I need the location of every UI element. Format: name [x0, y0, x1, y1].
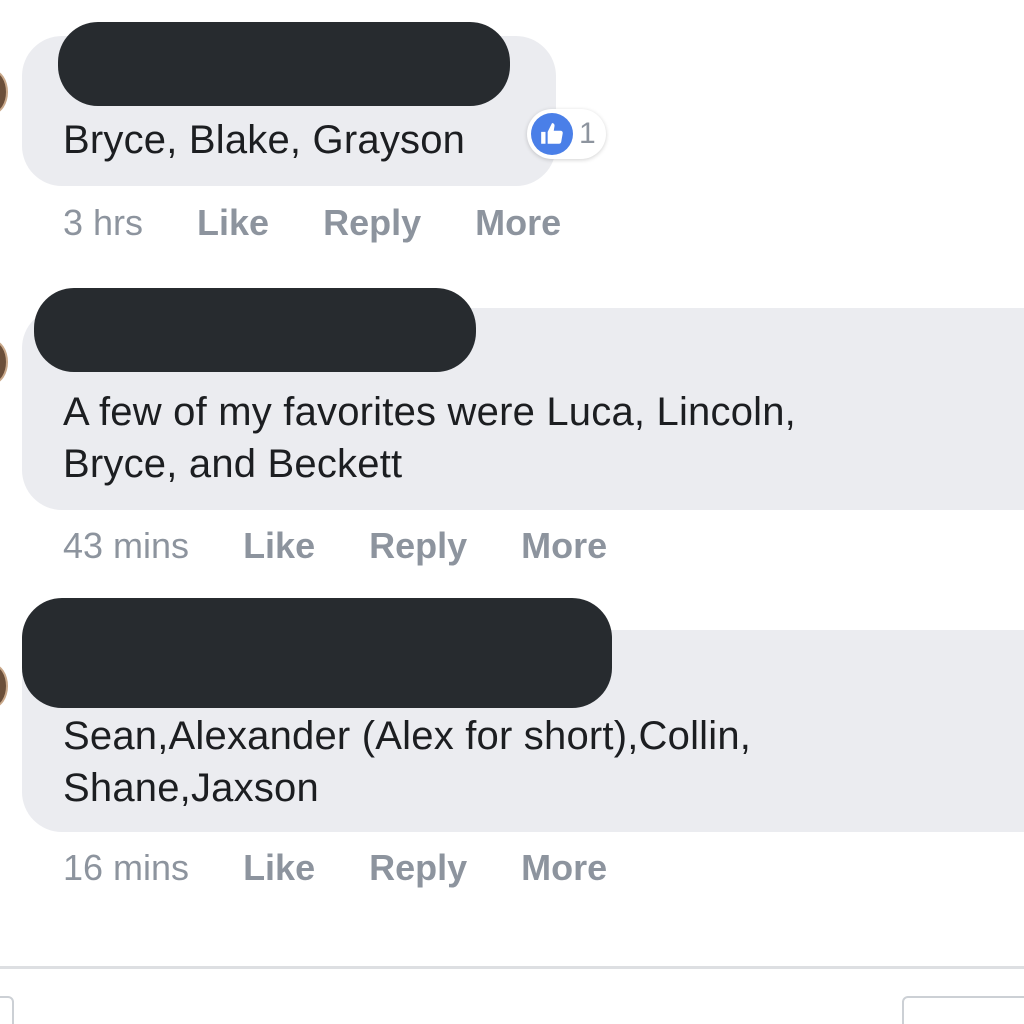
comment-timestamp: 16 mins — [63, 847, 190, 888]
avatar[interactable] — [0, 664, 8, 708]
like-button[interactable]: Like — [243, 846, 315, 890]
comment-text: A few of my favorites were Luca, Lincoln… — [63, 390, 796, 486]
comment-timestamp: 43 mins — [63, 525, 190, 566]
more-button[interactable]: More — [475, 201, 561, 245]
redacted-author-name — [34, 288, 476, 372]
footer-control-left[interactable] — [0, 996, 14, 1024]
like-button[interactable]: Like — [243, 524, 315, 568]
comment-actions: 16 mins Like Reply More — [63, 846, 607, 890]
comment-actions: 43 mins Like Reply More — [63, 524, 607, 568]
redacted-author-name — [58, 22, 510, 106]
redacted-author-name — [22, 598, 612, 708]
avatar[interactable] — [0, 340, 8, 384]
reply-button[interactable]: Reply — [369, 846, 467, 890]
comment-actions: 3 hrs Like Reply More — [63, 201, 561, 245]
reply-button[interactable]: Reply — [323, 201, 421, 245]
comment-text: Bryce, Blake, Grayson — [63, 118, 466, 162]
avatar[interactable] — [0, 70, 8, 114]
more-button[interactable]: More — [521, 846, 607, 890]
reaction-badge[interactable]: 1 — [527, 109, 606, 159]
more-button[interactable]: More — [521, 524, 607, 568]
reaction-count: 1 — [579, 117, 596, 150]
like-button[interactable]: Like — [197, 201, 269, 245]
divider — [0, 966, 1024, 969]
comment-timestamp: 3 hrs — [63, 202, 144, 243]
thumbs-up-icon — [531, 113, 573, 155]
reply-button[interactable]: Reply — [369, 524, 467, 568]
footer-control-right[interactable] — [902, 996, 1024, 1024]
comment-text: Sean,Alexander (Alex for short),Collin, … — [63, 714, 752, 810]
comment-thread: Bryce, Blake, Grayson 1 3 hrs Like Reply… — [0, 0, 1024, 1024]
